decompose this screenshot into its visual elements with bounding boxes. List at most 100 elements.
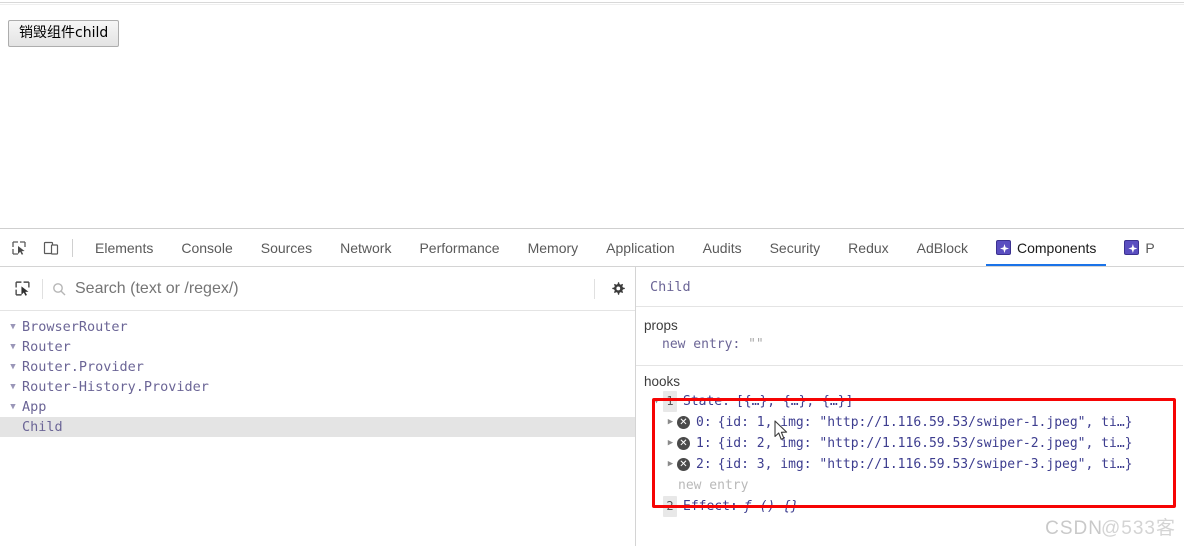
array-index-key: 2:: [696, 457, 712, 472]
tree-node-label: BrowserRouter: [22, 319, 128, 335]
tree-node-label: Router-History.Provider: [22, 379, 209, 395]
tree-node-router-history-provider[interactable]: ▼ Router-History.Provider: [0, 377, 635, 397]
hook-value: [{…}, {…}, {…}]: [735, 394, 854, 409]
tab-performance[interactable]: Performance: [405, 229, 513, 266]
hooks-section-title: hooks: [644, 374, 681, 389]
tab-label: P: [1145, 239, 1155, 256]
hooks-section: hooks ▼ 1 State: [{…}, {…}, {…}] ▶ ✕ 0: …: [636, 366, 1183, 517]
hook-state-child-1[interactable]: ▶ ✕ 1: {id: 2, img: "http://1.116.59.53/…: [650, 433, 1183, 454]
hook-state-child-2[interactable]: ▶ ✕ 2: {id: 3, img: "http://1.116.59.53/…: [650, 454, 1183, 475]
selected-component-name: Child: [636, 267, 1183, 307]
tab-elements[interactable]: Elements: [81, 229, 167, 266]
chevron-down-icon[interactable]: ▼: [6, 382, 20, 392]
devtools-panel: Elements Console Sources Network Perform…: [0, 228, 1184, 546]
tab-label: Sources: [260, 239, 313, 256]
tab-security[interactable]: Security: [756, 229, 835, 266]
array-index-key: 0:: [696, 415, 712, 430]
react-components-icon: [996, 240, 1011, 255]
toolbar-separator: [72, 238, 73, 257]
chevron-right-icon[interactable]: ▶: [664, 433, 677, 454]
crosshair-select-icon[interactable]: [8, 275, 36, 303]
tree-node-router-provider[interactable]: ▼ Router.Provider: [0, 357, 635, 377]
tab-application[interactable]: Application: [592, 229, 689, 266]
chevron-down-icon[interactable]: ▼: [650, 391, 663, 412]
tree-node-label: Child: [22, 419, 63, 435]
tab-audits[interactable]: Audits: [689, 229, 756, 266]
watermark-secondary: @533客: [1101, 518, 1176, 539]
hook-state-row[interactable]: ▼ 1 State: [{…}, {…}, {…}]: [650, 391, 1183, 412]
chevron-down-icon[interactable]: ▼: [6, 402, 20, 412]
tab-redux[interactable]: Redux: [834, 229, 902, 266]
component-detail-pane: Child props new entry: "" hooks ▼ 1 Stat…: [636, 267, 1183, 546]
tree-node-label: Router: [22, 339, 71, 355]
component-tree-pane: ▼ BrowserRouter ▼ Router ▼ Router.Provid…: [0, 267, 636, 546]
search-icon: [49, 282, 69, 296]
tab-label: Security: [769, 239, 821, 256]
props-entry-row[interactable]: new entry: "": [636, 335, 1183, 355]
new-entry-label: new entry: [678, 478, 749, 493]
hook-index: 2: [663, 496, 677, 517]
props-section: props new entry: "": [636, 307, 1183, 366]
tab-label: Application: [606, 239, 675, 256]
csdn-watermark: CSDN@533客: [1045, 513, 1176, 540]
tab-sources[interactable]: Sources: [247, 229, 326, 266]
tree-node-router[interactable]: ▼ Router: [0, 337, 635, 357]
array-index-value: {id: 1, img: "http://1.116.59.53/swiper-…: [717, 415, 1133, 430]
array-index-key: 1:: [696, 436, 712, 451]
tree-node-app[interactable]: ▼ App: [0, 397, 635, 417]
tab-label: Performance: [419, 239, 500, 256]
tab-profiler[interactable]: P: [1110, 229, 1168, 266]
watermark-primary: CSDN: [1045, 518, 1103, 539]
page-top-divider-2: [0, 4, 1184, 5]
tab-label: Network: [340, 239, 392, 256]
tab-label: AdBlock: [916, 239, 968, 256]
tab-label: Redux: [848, 239, 889, 256]
tab-memory[interactable]: Memory: [514, 229, 593, 266]
page-viewport: 销毁组件child: [0, 0, 1184, 228]
props-section-title: props: [644, 318, 678, 333]
chevron-down-icon[interactable]: ▼: [6, 362, 20, 372]
tree-node-browserrouter[interactable]: ▼ BrowserRouter: [0, 317, 635, 337]
tab-console[interactable]: Console: [167, 229, 246, 266]
tab-label: Components: [1017, 239, 1097, 256]
inspect-element-icon[interactable]: [6, 235, 32, 261]
hook-state-new-entry[interactable]: new entry: [650, 475, 1183, 496]
hook-value: ƒ () {}: [743, 499, 799, 514]
tab-network[interactable]: Network: [326, 229, 405, 266]
react-profiler-icon: [1124, 240, 1140, 255]
toolbar-separator: [42, 278, 43, 299]
hook-state-child-0[interactable]: ▶ ✕ 0: {id: 1, img: "http://1.116.59.53/…: [650, 412, 1183, 433]
tab-adblock[interactable]: AdBlock: [903, 229, 982, 266]
devtools-tabbar: Elements Console Sources Network Perform…: [0, 229, 1184, 267]
chevron-down-icon[interactable]: ▼: [6, 342, 20, 352]
tab-label: Elements: [95, 239, 154, 256]
toolbar-separator-2: [594, 278, 595, 299]
array-index-value: {id: 3, img: "http://1.116.59.53/swiper-…: [717, 457, 1133, 472]
tab-label: Memory: [527, 239, 579, 256]
hook-index: 1: [663, 391, 677, 412]
device-toolbar-icon[interactable]: [38, 235, 64, 261]
component-tree-list: ▼ BrowserRouter ▼ Router ▼ Router.Provid…: [0, 311, 635, 437]
hook-name: Effect:: [683, 499, 738, 514]
remove-entry-icon[interactable]: ✕: [677, 416, 690, 429]
prop-value: "": [748, 337, 764, 352]
prop-key: new entry:: [662, 337, 741, 352]
tab-components[interactable]: Components: [982, 229, 1110, 266]
page-top-divider: [0, 2, 1184, 3]
remove-entry-icon[interactable]: ✕: [677, 458, 690, 471]
component-tree-toolbar: [0, 267, 635, 311]
screenshot-root: 销毁组件child Elements Console Sources Netwo…: [0, 0, 1184, 546]
tree-node-label: App: [22, 399, 47, 415]
array-index-value: {id: 2, img: "http://1.116.59.53/swiper-…: [717, 436, 1133, 451]
remove-entry-icon[interactable]: ✕: [677, 437, 690, 450]
tab-label: Console: [181, 239, 233, 256]
chevron-down-icon[interactable]: ▼: [6, 322, 20, 332]
tree-node-child[interactable]: Child: [0, 417, 635, 437]
chevron-right-icon[interactable]: ▶: [664, 454, 677, 475]
search-input[interactable]: [69, 278, 588, 299]
tree-node-label: Router.Provider: [22, 359, 144, 375]
gear-icon[interactable]: [601, 281, 635, 297]
destroy-child-component-button[interactable]: 销毁组件child: [8, 20, 120, 47]
chevron-right-icon[interactable]: ▶: [664, 412, 677, 433]
components-panel-body: ▼ BrowserRouter ▼ Router ▼ Router.Provid…: [0, 267, 1184, 546]
